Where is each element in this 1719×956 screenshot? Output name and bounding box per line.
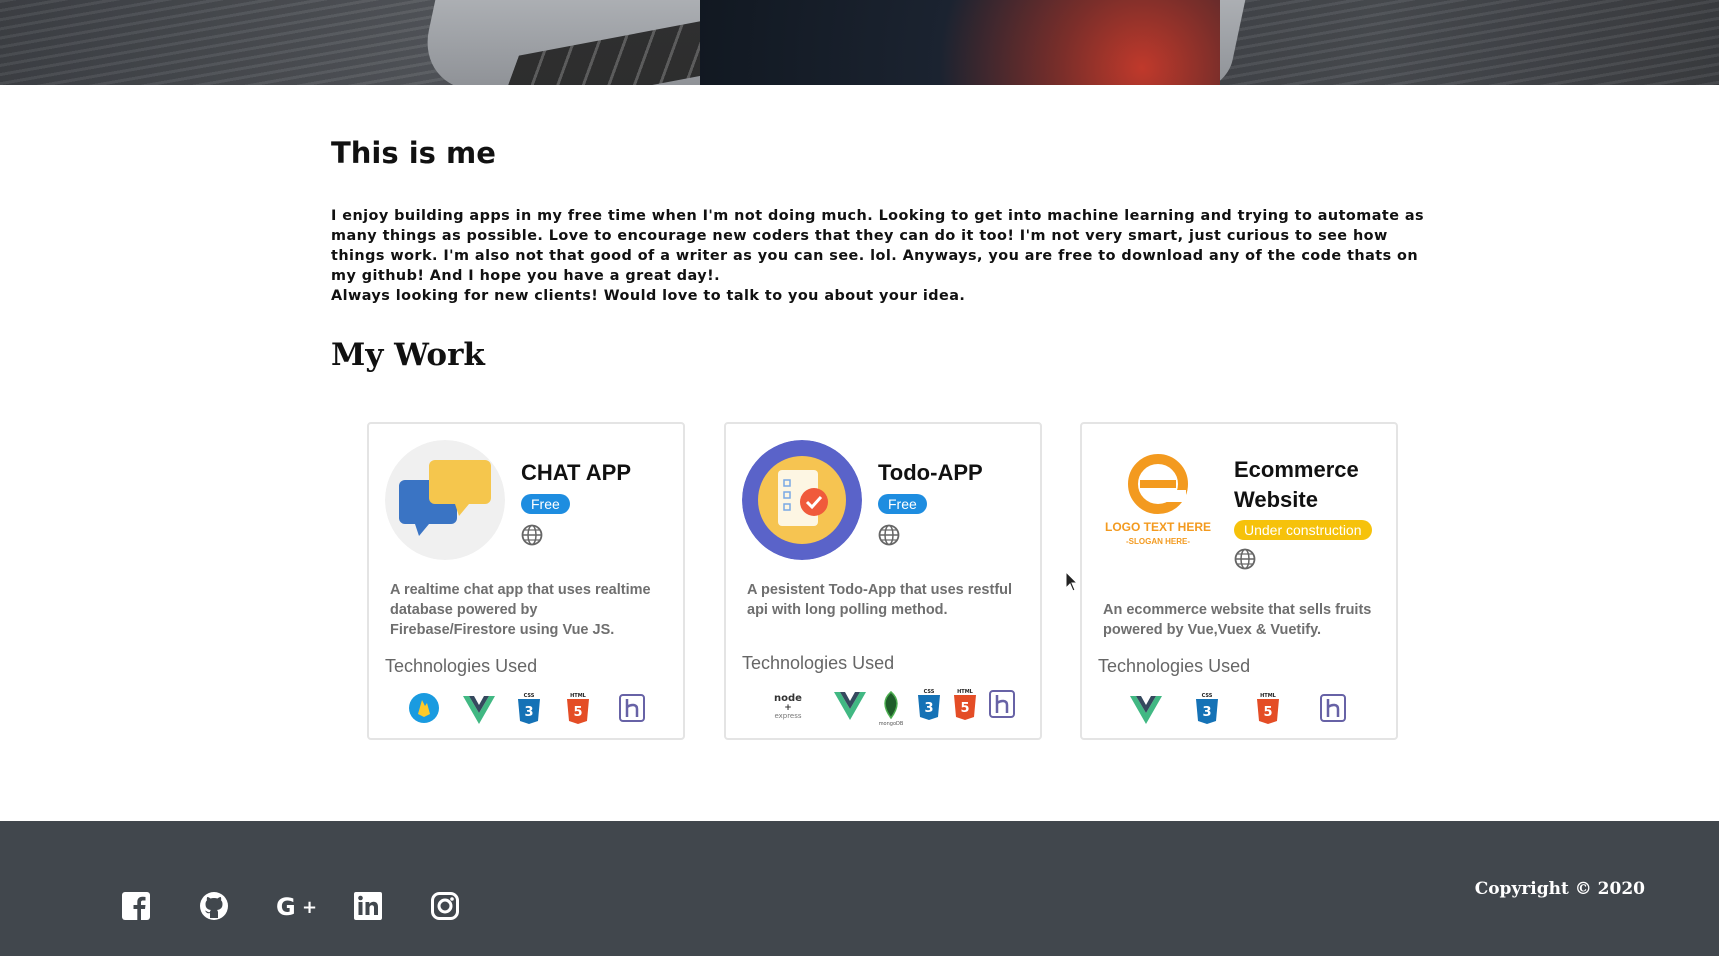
project-card-chat-app[interactable]: CHAT APP Free A realtime chat app that u… xyxy=(367,422,685,740)
vue-icon xyxy=(834,692,866,720)
node-express-icon: node + express xyxy=(774,693,802,720)
logo-placeholder-image: LOGO TEXT HERE -SLOGAN HERE- xyxy=(1098,440,1218,560)
github-icon[interactable] xyxy=(199,891,229,921)
about-paragraph: I enjoy building apps in my free time wh… xyxy=(331,208,1425,284)
svg-text:G: G xyxy=(276,893,296,921)
technologies-label: Technologies Used xyxy=(1098,656,1251,676)
firebase-icon xyxy=(409,693,439,723)
svg-text:3: 3 xyxy=(1202,705,1211,720)
logo-text: LOGO TEXT HERE xyxy=(1105,520,1211,534)
svg-text:express: express xyxy=(774,712,801,720)
google-plus-icon[interactable]: G + xyxy=(276,891,318,921)
css3-icon: CSS 3 xyxy=(518,693,540,724)
html5-icon: HTML 5 xyxy=(1257,693,1279,724)
svg-text:HTML: HTML xyxy=(570,693,587,699)
project-description: A realtime chat app that uses realtime d… xyxy=(390,582,651,638)
copyright-text: Copyright © 2020 xyxy=(1474,879,1645,899)
chat-bubbles-icon xyxy=(385,440,505,560)
svg-text:5: 5 xyxy=(1263,705,1272,720)
css3-icon: CSS 3 xyxy=(918,689,940,720)
project-description: An ecommerce website that sells fruits p… xyxy=(1103,602,1372,638)
globe-icon[interactable] xyxy=(521,524,543,546)
svg-text:mongoDB: mongoDB xyxy=(879,721,904,726)
project-card-todo-app[interactable]: Todo-APP Free A pesistent Todo-App that … xyxy=(724,422,1042,740)
project-badge: Free xyxy=(521,494,570,514)
technologies-label: Technologies Used xyxy=(742,653,895,673)
html5-icon: HTML 5 xyxy=(567,693,589,724)
svg-text:CSS: CSS xyxy=(1202,693,1213,699)
heroku-icon xyxy=(1320,694,1346,722)
project-name: CHAT APP xyxy=(521,460,631,485)
mongodb-icon: mongoDB xyxy=(879,691,904,726)
svg-text:HTML: HTML xyxy=(1260,693,1277,699)
svg-text:3: 3 xyxy=(524,705,533,720)
about-title: This is me xyxy=(331,136,496,170)
instagram-icon[interactable] xyxy=(430,891,460,921)
svg-text:5: 5 xyxy=(573,705,582,720)
project-name: Todo-APP xyxy=(878,460,983,485)
vue-icon xyxy=(463,696,495,724)
mouse-cursor-icon xyxy=(1065,571,1079,592)
facebook-icon[interactable] xyxy=(121,891,151,921)
laptop-screen xyxy=(700,0,1220,85)
svg-text:5: 5 xyxy=(960,701,969,716)
heroku-icon xyxy=(989,690,1015,718)
svg-text:HTML: HTML xyxy=(957,689,974,695)
technologies-label: Technologies Used xyxy=(385,656,538,676)
project-description: A pesistent Todo-App that uses restful a… xyxy=(747,582,1013,618)
todo-checklist-icon xyxy=(742,440,862,560)
globe-icon[interactable] xyxy=(878,524,900,546)
html5-icon: HTML 5 xyxy=(954,689,976,720)
globe-icon[interactable] xyxy=(1234,548,1256,570)
project-name: Ecommerce Website xyxy=(1234,457,1359,512)
project-badge: Free xyxy=(878,494,927,514)
svg-text:CSS: CSS xyxy=(524,693,535,699)
svg-text:3: 3 xyxy=(924,701,933,716)
svg-text:+: + xyxy=(302,897,317,918)
vue-icon xyxy=(1130,696,1162,724)
project-badge: Under construction xyxy=(1234,520,1372,540)
logo-slogan: -SLOGAN HERE- xyxy=(1126,537,1190,546)
svg-text:CSS: CSS xyxy=(924,689,935,695)
heroku-icon xyxy=(619,694,645,722)
footer: G + Copyright © 2020 xyxy=(0,821,1719,956)
css3-icon: CSS 3 xyxy=(1196,693,1218,724)
hero-banner-image xyxy=(0,0,1719,85)
project-card-ecommerce[interactable]: LOGO TEXT HERE -SLOGAN HERE- Ecommerce W… xyxy=(1080,422,1398,740)
my-work-title: My Work xyxy=(331,337,485,373)
about-cta-paragraph: Always looking for new clients! Would lo… xyxy=(331,288,966,304)
linkedin-icon[interactable] xyxy=(353,891,383,921)
